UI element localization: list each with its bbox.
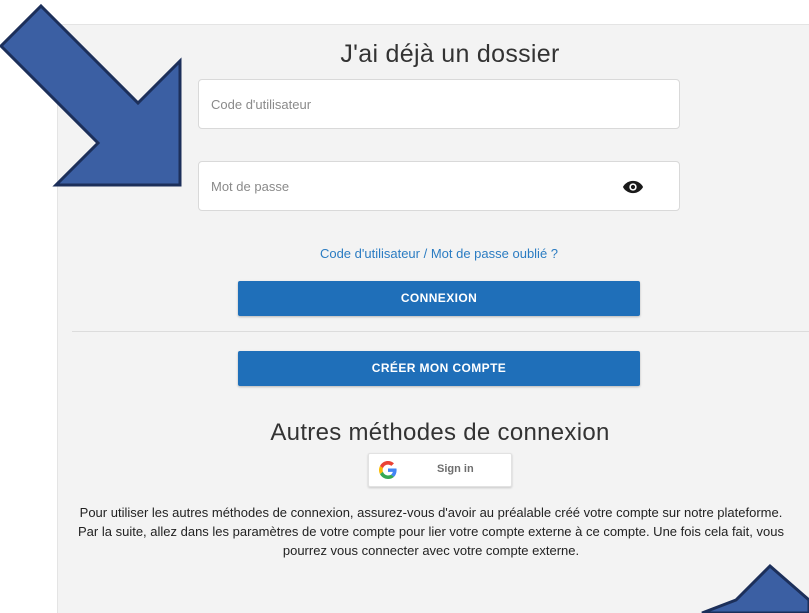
password-input[interactable]: [198, 161, 680, 211]
username-input[interactable]: [198, 79, 680, 129]
other-methods-info-text: Pour utiliser les autres méthodes de con…: [78, 505, 784, 558]
login-button[interactable]: CONNEXION: [238, 281, 640, 316]
login-title: J'ai déjà un dossier: [340, 40, 560, 68]
google-g-icon: [379, 461, 397, 479]
forgot-credentials-link[interactable]: Code d'utilisateur / Mot de passe oublié…: [238, 246, 640, 261]
google-sign-in-label: Sign in: [437, 463, 474, 475]
section-divider: [72, 331, 809, 332]
login-page: J'ai déjà un dossier Code d'utilisateur …: [0, 0, 809, 613]
google-sign-in-button[interactable]: Sign in: [368, 453, 512, 487]
eye-icon[interactable]: [622, 180, 644, 194]
create-account-button[interactable]: CRÉER MON COMPTE: [238, 351, 640, 386]
other-methods-title: Autres méthodes de connexion: [270, 419, 610, 446]
